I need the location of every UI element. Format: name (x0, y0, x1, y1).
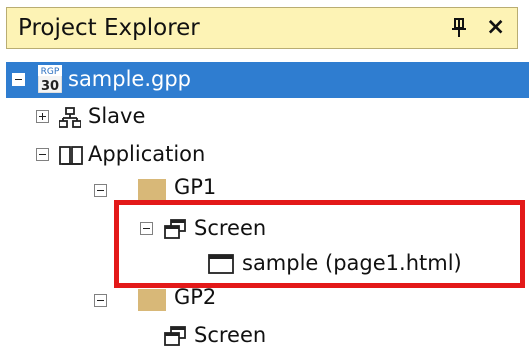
tree-item-label: GP1 (174, 175, 217, 199)
tree-item-label: Screen (194, 323, 267, 347)
tree-item-gp2[interactable]: GP2 (6, 283, 529, 319)
screen-windows-icon (164, 326, 186, 349)
project-explorer-panel: Project Explorer × RGP 30 sample.gpp Sla… (0, 0, 529, 349)
panel-title-bar: Project Explorer × (6, 7, 518, 49)
tree-item-label: Application (88, 142, 206, 166)
network-icon (58, 107, 82, 133)
pin-icon[interactable] (450, 17, 468, 39)
highlight-box (114, 200, 525, 288)
tree-item-label: GP2 (174, 285, 217, 309)
tree-item-application[interactable]: Application (6, 137, 529, 173)
panel-title: Project Explorer (18, 15, 200, 41)
folder-icon (138, 289, 166, 315)
svg-text:30: 30 (41, 79, 59, 93)
collapse-icon[interactable] (94, 294, 107, 307)
svg-text:RGP: RGP (41, 67, 60, 77)
tree-item-label: Slave (88, 104, 146, 128)
collapse-icon[interactable] (36, 148, 49, 161)
close-icon[interactable]: × (486, 13, 505, 41)
tree-item-label: sample.gpp (68, 67, 192, 91)
tree-item-root[interactable]: RGP 30 sample.gpp (6, 62, 529, 98)
book-icon (59, 146, 83, 170)
tree-item-slave[interactable]: Slave (6, 99, 529, 135)
expand-icon[interactable] (36, 110, 49, 123)
project-file-icon: RGP 30 (37, 64, 63, 97)
collapse-icon[interactable] (12, 73, 25, 86)
collapse-icon[interactable] (94, 184, 107, 197)
tree-item-gp2-screen[interactable]: Screen (6, 318, 529, 349)
